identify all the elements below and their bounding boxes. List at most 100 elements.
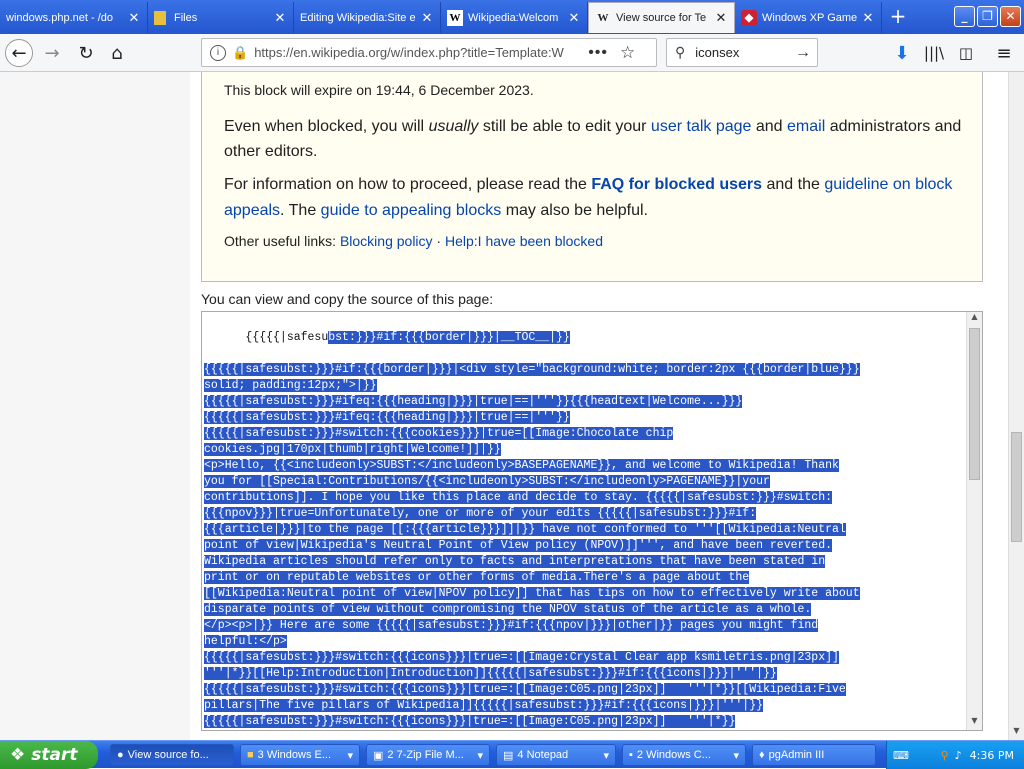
wikipedia-icon: W	[447, 9, 463, 26]
tab-wikipedia-welcome[interactable]: W Wikipedia:Welcom ✕	[441, 2, 588, 33]
library-button[interactable]: |||\	[920, 39, 948, 67]
tab-windows-php[interactable]: windows.php.net - /do ✕	[0, 2, 148, 33]
taskbar-label: 2 Windows C...	[636, 749, 711, 761]
close-window-button[interactable]: ✕	[1000, 6, 1021, 27]
taskbar-item-7zip[interactable]: ▣ 2 7-Zip File M... ▾	[366, 744, 490, 766]
guideline-block-link[interactable]: guideline on block	[824, 176, 952, 193]
firefox-icon: ●	[117, 749, 124, 761]
volume-icon[interactable]: ♪	[955, 749, 962, 762]
windows-logo-icon: ❖	[10, 745, 26, 765]
folder-icon	[154, 10, 166, 25]
text: administrators and	[825, 118, 962, 135]
forward-button[interactable]: →	[38, 39, 66, 67]
block-notice-paragraph-2: For information on how to proceed, pleas…	[224, 172, 964, 224]
pgadmin-icon: ♦	[759, 749, 765, 761]
restore-button[interactable]: ❐	[977, 6, 998, 27]
menu-button[interactable]: ≡	[990, 39, 1018, 67]
downloads-button[interactable]: ⬇	[888, 39, 916, 67]
taskbar-item-cmd[interactable]: ▪ 2 Windows C... ▾	[622, 744, 746, 766]
console-icon: ▪	[629, 749, 633, 761]
more-actions-icon[interactable]: •••	[588, 44, 608, 62]
code-line: {{{article|}}}|to the page [[:{{{article…	[204, 523, 846, 536]
guide-appealing-blocks-link[interactable]: guide to appealing blocks	[321, 202, 502, 219]
scroll-down-icon[interactable]: ▼	[967, 716, 982, 730]
blocking-policy-link[interactable]: Blocking policy	[340, 233, 433, 249]
scroll-down-icon[interactable]: ▼	[1009, 726, 1024, 740]
code-line: </p><p>|}} Here are some {{{{{|safesubst…	[204, 619, 819, 632]
text: Even when blocked, you will	[224, 118, 429, 135]
tab-title: Wikipedia:Welcom	[468, 11, 559, 24]
arrow-right-icon[interactable]: →	[795, 44, 811, 62]
arrow-left-icon: ←	[11, 42, 27, 64]
back-button[interactable]: ←	[5, 39, 33, 67]
system-tray: ⌨ ⚲ ♪ 4:36 PM	[886, 741, 1024, 769]
close-icon[interactable]: ✕	[567, 10, 581, 26]
clock[interactable]: 4:36 PM	[970, 749, 1014, 762]
search-box[interactable]: ⚲ iconsex →	[666, 38, 818, 67]
taskbar-item-pgadmin[interactable]: ♦ pgAdmin III	[752, 744, 876, 766]
search-icon[interactable]: ⚲	[941, 749, 949, 762]
taskbar-label: pgAdmin III	[768, 749, 825, 761]
code-line: contributions]]. I hope you like this pl…	[204, 491, 833, 504]
text: and the	[762, 176, 825, 193]
code-line: {{{npov}}}|true=Unfortunately, one or mo…	[204, 507, 757, 520]
wikipedia-icon: W	[597, 12, 609, 24]
7zip-icon: ▣	[373, 749, 384, 762]
email-link[interactable]: email	[787, 118, 825, 135]
sidebar-icon: ◫	[958, 44, 974, 62]
page-scroll-thumb[interactable]	[1011, 432, 1022, 542]
notepad-icon: ▤	[503, 749, 514, 762]
user-talk-page-link[interactable]: user talk page	[651, 118, 752, 135]
tab-files[interactable]: Files ✕	[148, 2, 294, 33]
close-icon[interactable]: ✕	[420, 10, 434, 26]
text: other editors.	[224, 143, 318, 160]
page-content: This block will expire on 19:44, 6 Decem…	[0, 72, 1008, 740]
source-code: {{{{{|safesubst:}}}#if:{{{border|}}}|__T…	[204, 314, 966, 730]
code-line: point of view|Wikipedia's Neutral Point …	[204, 539, 833, 552]
info-icon[interactable]: i	[210, 44, 226, 61]
home-button[interactable]: ⌂	[103, 39, 131, 67]
tab-view-source[interactable]: W View source for Te ✕	[588, 2, 735, 33]
code-line: Wikipedia articles should refer only to …	[204, 555, 826, 568]
reload-button[interactable]: ↻	[72, 39, 100, 67]
code-selected: bst:}}}#if:{{{border|}}}|__TOC__|}}	[328, 331, 570, 344]
editor-scrollbar[interactable]: ▲ ▼	[966, 312, 982, 730]
start-button[interactable]: ❖ start	[0, 741, 98, 769]
close-icon[interactable]: ✕	[714, 10, 728, 26]
appeals-link[interactable]: appeals	[224, 202, 280, 219]
editor-scroll-thumb[interactable]	[969, 328, 980, 480]
keyboard-icon[interactable]: ⌨	[893, 749, 909, 762]
home-icon: ⌂	[111, 42, 123, 64]
library-icon: |||\	[923, 44, 945, 62]
code-line: '''|*}}[[Help:Introduction|Introduction]…	[204, 667, 777, 680]
code-line: [[Wikipedia:Neutral point of view|NPOV p…	[204, 587, 860, 600]
bookmark-star-icon[interactable]: ☆	[620, 43, 635, 63]
search-input[interactable]: iconsex	[695, 45, 795, 60]
close-icon[interactable]: ✕	[127, 10, 141, 26]
help-blocked-link[interactable]: Help:I have been blocked	[445, 233, 603, 249]
sidebar-button[interactable]: ◫	[952, 39, 980, 67]
taskbar-item-notepad[interactable]: ▤ 4 Notepad ▾	[496, 744, 616, 766]
code-line: pillars|The five pillars of Wikipedia]]{…	[204, 699, 763, 712]
source-textarea[interactable]: {{{{{|safesubst:}}}#if:{{{border|}}}|__T…	[201, 311, 983, 731]
new-tab-button[interactable]: +	[886, 6, 910, 28]
address-bar[interactable]: i 🔒 https://en.wikipedia.org/w/index.php…	[201, 38, 657, 67]
tab-editing-wikipedia[interactable]: Editing Wikipedia:Site e ✕	[294, 2, 441, 33]
text: and	[751, 118, 788, 135]
lock-icon: 🔒	[232, 44, 249, 60]
minimize-button[interactable]: _	[954, 6, 975, 27]
close-icon[interactable]: ✕	[861, 10, 875, 26]
chevron-down-icon: ▾	[477, 749, 483, 762]
code-line: {{{{{|safesubst:}}}#if:{{{border|}}}|<di…	[204, 363, 860, 376]
arrow-right-icon: →	[44, 42, 60, 64]
folder-icon: ■	[247, 749, 254, 761]
faq-blocked-users-link[interactable]: FAQ for blocked users	[591, 176, 762, 193]
close-icon[interactable]: ✕	[273, 10, 287, 26]
other-useful-links: Other useful links: Blocking policy · He…	[224, 233, 603, 249]
page-scrollbar[interactable]: ▼	[1008, 72, 1024, 740]
taskbar-item-explorer[interactable]: ■ 3 Windows E... ▾	[240, 744, 360, 766]
taskbar-item-browser[interactable]: ● View source fo...	[110, 744, 234, 766]
scroll-up-icon[interactable]: ▲	[967, 312, 982, 326]
code-line: helpful:</p>	[204, 635, 287, 648]
tab-windows-xp-game[interactable]: ◆ Windows XP Game ✕	[735, 2, 882, 33]
